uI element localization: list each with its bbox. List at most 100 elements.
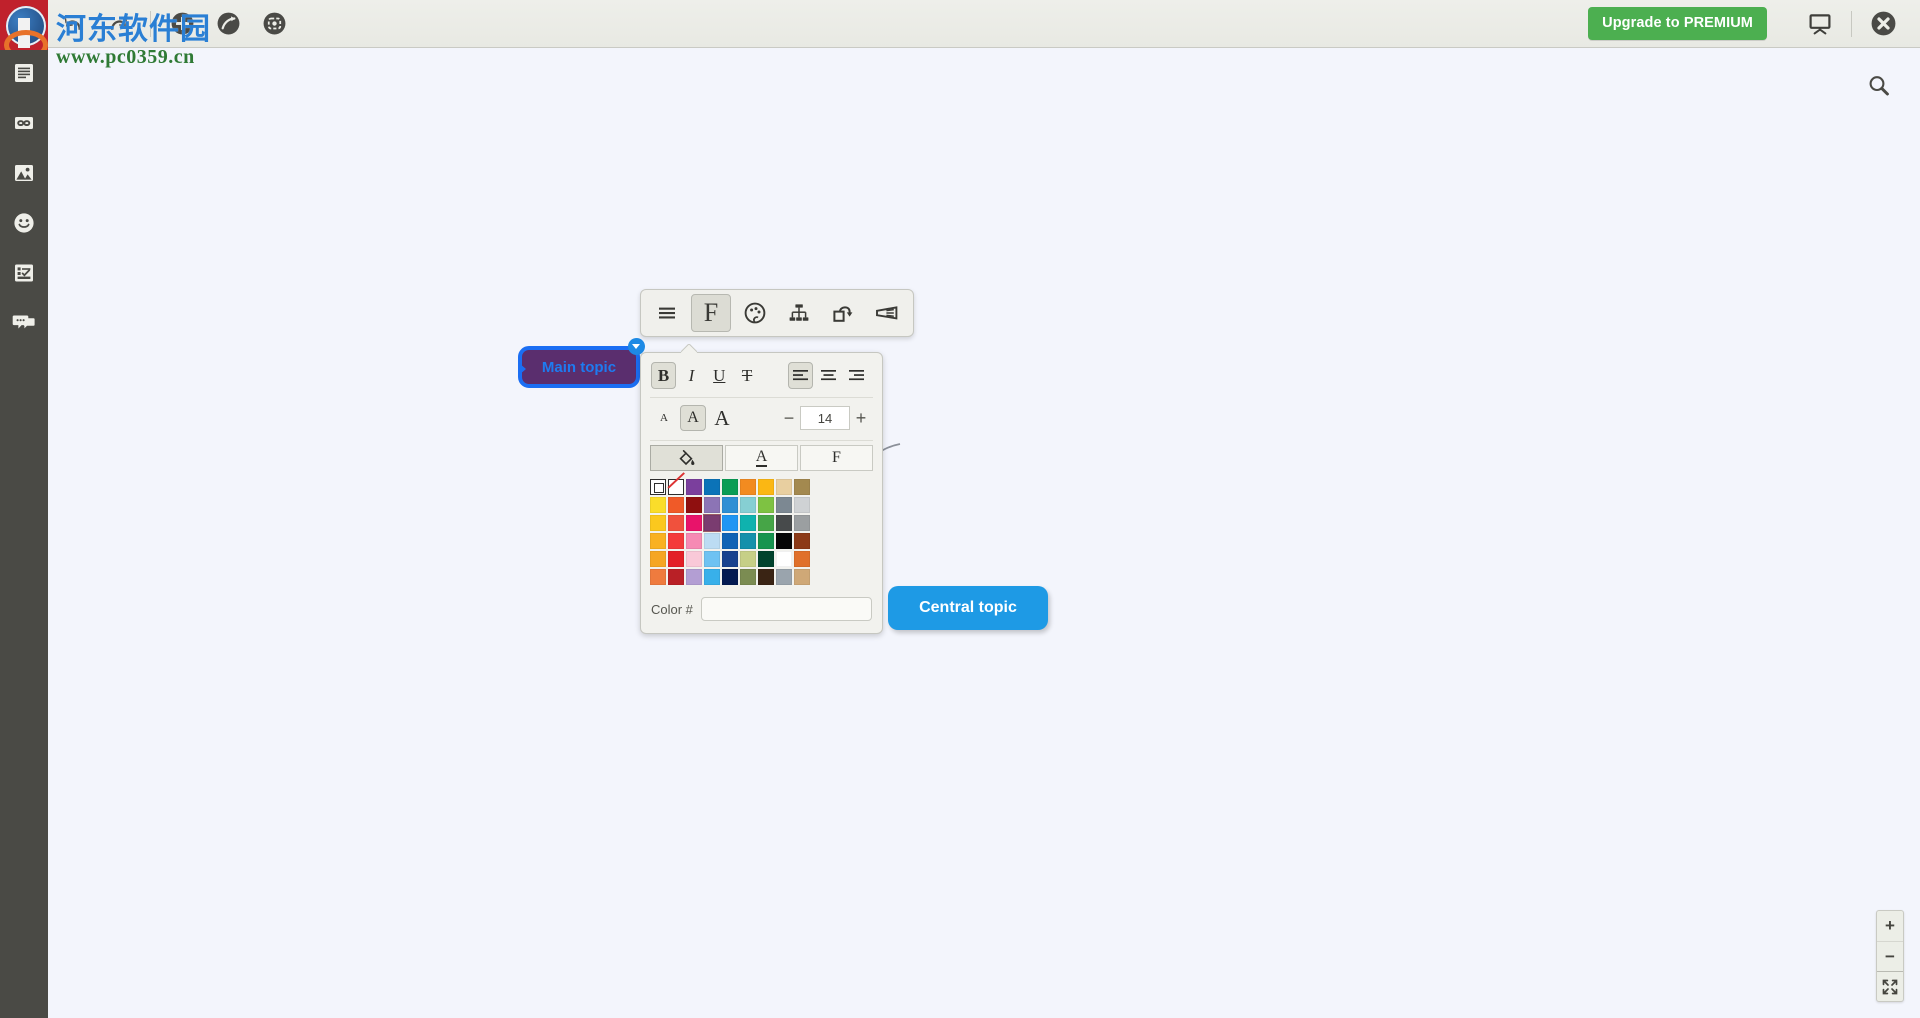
swatch[interactable] — [758, 479, 774, 495]
swatch[interactable] — [794, 497, 810, 513]
font-size-medium-button[interactable]: A — [680, 405, 706, 431]
swatch-no-color[interactable] — [668, 479, 684, 495]
add-boundary-icon[interactable] — [251, 0, 297, 48]
font-icon[interactable]: F — [691, 294, 731, 332]
swatch[interactable] — [650, 533, 666, 549]
swatch[interactable] — [794, 569, 810, 585]
swatch[interactable] — [650, 569, 666, 585]
swatch[interactable] — [686, 569, 702, 585]
zoom-in-button[interactable]: + — [1877, 911, 1903, 941]
sidebar-item-comment[interactable] — [0, 298, 48, 348]
swatch[interactable] — [704, 479, 720, 495]
align-left-button[interactable] — [788, 362, 814, 389]
bold-button[interactable]: B — [651, 362, 676, 389]
top-toolbar: Upgrade to PREMIUM — [0, 0, 1920, 48]
fit-to-screen-button[interactable] — [1877, 971, 1903, 1001]
swatch[interactable] — [758, 515, 774, 531]
swatch[interactable] — [704, 533, 720, 549]
swatch[interactable] — [740, 533, 756, 549]
swatch[interactable] — [686, 479, 702, 495]
add-topic-icon[interactable] — [159, 0, 205, 48]
swatch-default[interactable] — [650, 479, 666, 495]
swatch[interactable] — [758, 533, 774, 549]
swatch[interactable] — [794, 479, 810, 495]
align-right-button[interactable] — [844, 362, 869, 389]
swatch-selected[interactable] — [703, 514, 721, 532]
swatch[interactable] — [722, 515, 738, 531]
sidebar-item-task[interactable] — [0, 248, 48, 298]
swatch[interactable] — [758, 497, 774, 513]
swatch[interactable] — [704, 551, 720, 567]
palette-icon[interactable] — [735, 294, 775, 332]
swatch[interactable] — [740, 479, 756, 495]
swatch[interactable] — [722, 479, 738, 495]
align-center-button[interactable] — [816, 362, 841, 389]
tab-font-family[interactable]: F — [800, 445, 873, 471]
sidebar-item-emoji[interactable] — [0, 198, 48, 248]
swatch[interactable] — [668, 569, 684, 585]
sidebar-item-image[interactable] — [0, 148, 48, 198]
swatch[interactable] — [740, 497, 756, 513]
underline-button[interactable]: U — [707, 362, 732, 389]
swatch[interactable] — [794, 515, 810, 531]
swatch[interactable] — [686, 497, 702, 513]
font-size-input[interactable] — [800, 406, 850, 430]
swatch[interactable] — [776, 551, 792, 567]
swatch[interactable] — [650, 515, 666, 531]
swatch[interactable] — [722, 533, 738, 549]
swatch[interactable] — [776, 497, 792, 513]
tab-fill-color[interactable] — [650, 445, 723, 471]
swatch[interactable] — [740, 551, 756, 567]
swatch[interactable] — [776, 533, 792, 549]
zoom-out-button[interactable]: − — [1877, 941, 1903, 971]
swatch[interactable] — [704, 497, 720, 513]
shape-icon[interactable] — [823, 294, 863, 332]
redo-icon[interactable] — [96, 0, 142, 48]
swatch[interactable] — [668, 551, 684, 567]
hierarchy-icon[interactable] — [779, 294, 819, 332]
swatch[interactable] — [686, 515, 702, 531]
mindmap-canvas[interactable]: Central topic Main topic F B I U T A A A… — [48, 48, 1920, 1018]
close-icon[interactable] — [1860, 0, 1906, 48]
sidebar-item-notes[interactable] — [0, 48, 48, 98]
tab-text-color[interactable]: A — [725, 445, 798, 471]
swatch[interactable] — [794, 533, 810, 549]
boundary-icon[interactable] — [867, 294, 907, 332]
search-icon[interactable] — [1866, 73, 1892, 104]
swatch[interactable] — [740, 515, 756, 531]
menu-icon[interactable] — [647, 294, 687, 332]
swatch[interactable] — [668, 533, 684, 549]
presentation-icon[interactable] — [1797, 0, 1843, 48]
color-hash-input[interactable] — [700, 597, 872, 621]
undo-icon[interactable] — [50, 0, 96, 48]
swatch[interactable] — [776, 569, 792, 585]
font-size-small-button[interactable]: A — [651, 405, 677, 431]
swatch[interactable] — [776, 515, 792, 531]
swatch[interactable] — [668, 497, 684, 513]
node-central-topic[interactable]: Central topic — [888, 586, 1048, 630]
swatch[interactable] — [776, 479, 792, 495]
swatch[interactable] — [722, 551, 738, 567]
font-size-large-button[interactable]: A — [709, 405, 735, 431]
swatch[interactable] — [668, 515, 684, 531]
italic-button[interactable]: I — [679, 362, 704, 389]
swatch[interactable] — [722, 569, 738, 585]
sidebar-item-link[interactable] — [0, 98, 48, 148]
swatch[interactable] — [686, 551, 702, 567]
node-main-topic[interactable]: Main topic — [518, 346, 640, 388]
swatch[interactable] — [704, 569, 720, 585]
swatch[interactable] — [740, 569, 756, 585]
swatch[interactable] — [794, 551, 810, 567]
upgrade-premium-button[interactable]: Upgrade to PREMIUM — [1588, 7, 1767, 40]
swatch[interactable] — [758, 551, 774, 567]
swatch[interactable] — [758, 569, 774, 585]
swatch[interactable] — [686, 533, 702, 549]
swatch[interactable] — [650, 497, 666, 513]
strikethrough-button[interactable]: T — [735, 362, 760, 389]
font-size-decrease-button[interactable]: − — [778, 406, 800, 430]
swatch[interactable] — [722, 497, 738, 513]
watermark-logo — [0, 0, 48, 50]
swatch[interactable] — [650, 551, 666, 567]
add-relation-icon[interactable] — [205, 0, 251, 48]
font-size-increase-button[interactable]: + — [850, 406, 872, 430]
